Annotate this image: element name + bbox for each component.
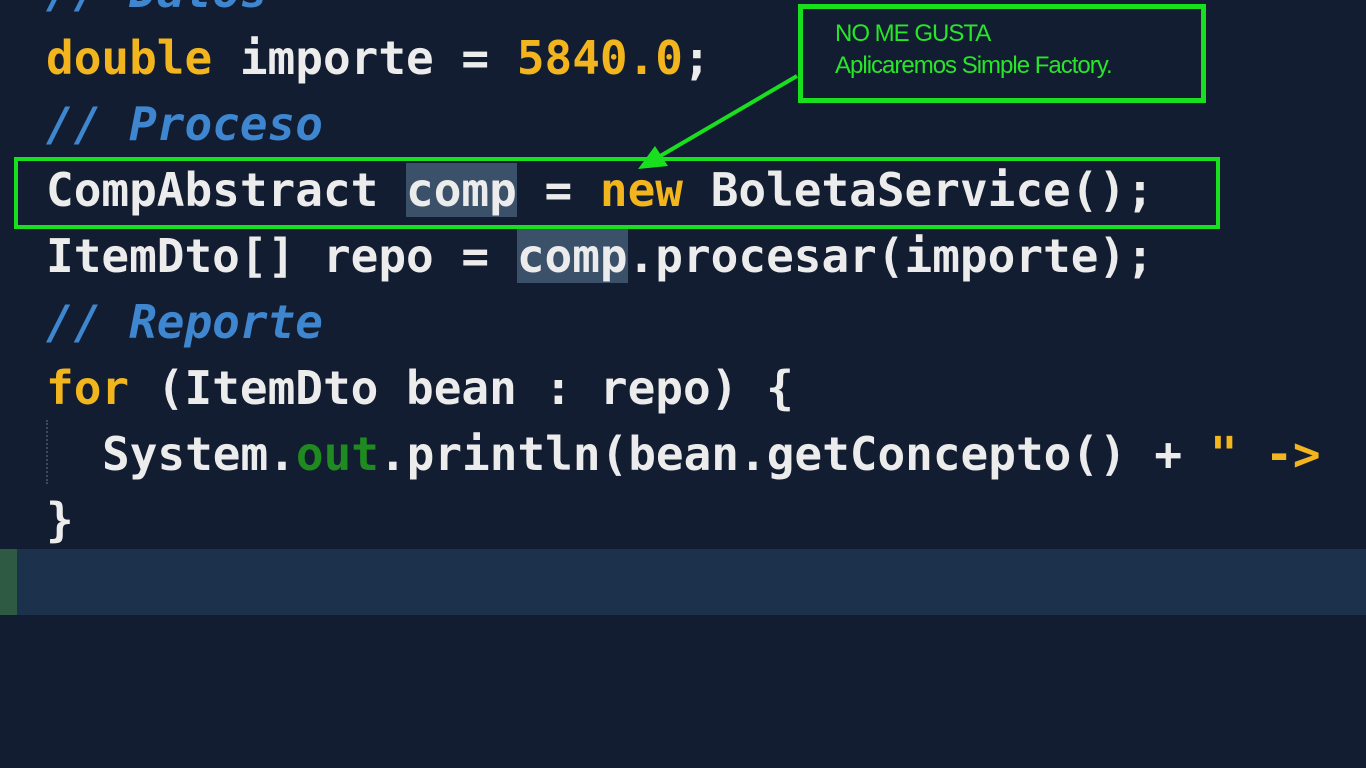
- annotation-arrow: [638, 74, 799, 169]
- code-editor[interactable]: // Datos double importe = 5840.0; // Pro…: [0, 0, 1366, 768]
- arrow-head: [638, 146, 668, 169]
- annotation-box: NO ME GUSTA Aplicaremos Simple Factory.: [798, 4, 1206, 103]
- annotation-line-1: NO ME GUSTA: [835, 20, 991, 47]
- annotation-line-2: Aplicaremos Simple Factory.: [835, 52, 1113, 79]
- arrow-line: [648, 74, 799, 164]
